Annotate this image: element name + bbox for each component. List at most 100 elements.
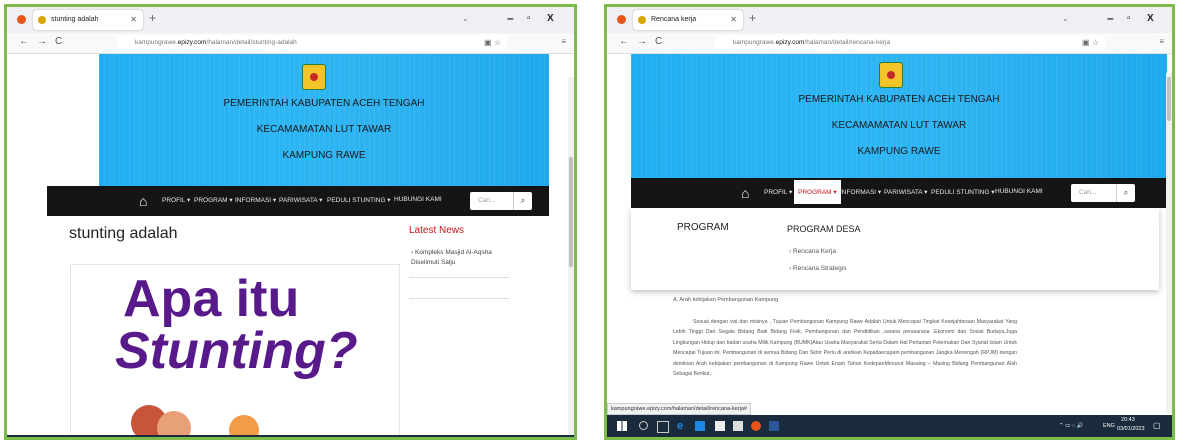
search-placeholder: Cari...	[1079, 189, 1097, 196]
site-banner: PEMERINTAH KABUPATEN ACEH TENGAH KECAMAM…	[631, 54, 1167, 188]
favicon-icon	[38, 16, 46, 24]
dropdown-link-rencana-strategis[interactable]: › Rencana Strategis	[789, 265, 846, 272]
url-prefix: kampungrawe.	[135, 39, 178, 46]
article-image: Apa itu Stunting?	[70, 264, 400, 437]
task-view-icon[interactable]	[657, 421, 669, 433]
page-scrollbar[interactable]	[568, 77, 574, 437]
menu-icon[interactable]: ≡	[1159, 37, 1164, 46]
close-tab-icon[interactable]: ✕	[730, 10, 737, 30]
dropdown-link-rencana-kerja[interactable]: › Rencana Kerja	[789, 248, 836, 255]
menu-informasi[interactable]: INFORMASI ▾	[235, 196, 276, 204]
tab-rencana-kerja[interactable]: Rencana kerja ✕	[633, 10, 743, 30]
url-domain: epizy.com	[177, 39, 207, 46]
image-heading-line-2: Stunting?	[115, 322, 358, 380]
list-tabs-icon[interactable]: ⌄	[1062, 14, 1069, 23]
minimize-icon[interactable]: –	[507, 11, 514, 25]
url-prefix: kampungrawe.	[733, 39, 776, 46]
banner-line-1: PEMERINTAH KABUPATEN ACEH TENGAH	[223, 98, 425, 109]
app-icon[interactable]	[695, 421, 705, 431]
edge-icon[interactable]: e	[677, 420, 687, 432]
home-icon[interactable]: ⌂	[139, 193, 147, 209]
firefox-icon	[17, 15, 26, 24]
maximize-icon[interactable]: ▫	[1127, 13, 1131, 24]
search-input[interactable]: Cari... ⌕	[470, 192, 532, 210]
tab-stunting[interactable]: stunting adalah ✕	[33, 10, 143, 30]
store-icon[interactable]	[715, 421, 725, 431]
browser-window-left: stunting adalah ✕ + ⌄ – ▫ X ←→C kampungr…	[4, 4, 577, 440]
tab-bar: Rencana kerja ✕ + ⌄ – ▫ X	[607, 7, 1172, 33]
nav-buttons[interactable]: ←→C	[19, 36, 70, 47]
close-tab-icon[interactable]: ✕	[130, 10, 137, 30]
windows-start-icon[interactable]	[617, 421, 627, 431]
divider	[409, 298, 509, 299]
tab-title: Rencana kerja	[651, 16, 697, 23]
search-taskbar-icon[interactable]	[639, 421, 648, 430]
regency-logo-icon	[302, 64, 326, 90]
maximize-icon[interactable]: ▫	[527, 13, 531, 24]
taskbar	[7, 435, 574, 437]
search-icon[interactable]: ⌕	[1116, 184, 1135, 202]
menu-peduli-stunting[interactable]: PEDULI STUNTING ▾	[327, 196, 391, 204]
list-tabs-icon[interactable]: ⌄	[462, 14, 469, 23]
home-icon[interactable]: ⌂	[741, 185, 749, 201]
tray-language[interactable]: ENG	[1103, 423, 1115, 429]
main-menu: ⌂ PROFIL ▾ PROGRAM ▾ INFORMASI ▾ PARIWIS…	[631, 178, 1167, 208]
news-item[interactable]: › Kompleks Masjid Al-Aqsha Diselimuti Sa…	[411, 248, 511, 268]
menu-program[interactable]: PROGRAM ▾	[794, 180, 841, 204]
browser-window-right: Rencana kerja ✕ + ⌄ – ▫ X ←→C kampungraw…	[604, 4, 1175, 440]
new-tab-icon[interactable]: +	[149, 11, 156, 25]
dropdown-heading-left: PROGRAM	[677, 222, 729, 233]
menu-profil[interactable]: PROFIL ▾	[764, 188, 792, 196]
section-heading: A. Arah kebijakan Pembangunan Kampung	[673, 297, 779, 303]
menu-program[interactable]: PROGRAM ▾	[194, 196, 233, 204]
menu-pariwisata[interactable]: PARIWISATA ▾	[884, 188, 927, 196]
nav-toolbar: ←→C kampungrawe.epizy.com/halaman/detail…	[7, 33, 574, 54]
program-dropdown: PROGRAM PROGRAM DESA › Rencana Kerja › R…	[631, 208, 1159, 290]
main-menu: ⌂ PROFIL ▾ PROGRAM ▾ INFORMASI ▾ PARIWIS…	[47, 186, 549, 216]
body-paragraph: Sesuai dengan visi dan misinya , Tujuan …	[673, 319, 1017, 378]
page-title: stunting adalah	[69, 225, 178, 242]
url-bar[interactable]: kampungrawe.epizy.com/halaman/detail/stu…	[117, 35, 507, 50]
page-scrollbar[interactable]	[1166, 73, 1172, 413]
menu-informasi[interactable]: INFORMASI ▾	[840, 188, 881, 196]
firefox-taskbar-icon[interactable]	[751, 421, 761, 431]
close-window-icon[interactable]: X	[1147, 13, 1154, 24]
tray-icons[interactable]: ⌃ ▭ ◌ 🔊	[1059, 423, 1084, 429]
tray-date[interactable]: 03/01/2023	[1117, 426, 1145, 432]
banner-line-2: KECAMAMATAN LUT TAWAR	[256, 124, 392, 135]
banner-line-2: KECAMAMATAN LUT TAWAR	[831, 120, 967, 131]
tab-title: stunting adalah	[51, 16, 99, 23]
menu-pariwisata[interactable]: PARIWISATA ▾	[279, 196, 322, 204]
divider	[409, 277, 509, 278]
bookmark-icon[interactable]: ▣ ☆	[1082, 35, 1099, 50]
url-path: /halaman/detail/stunting-adalah	[206, 39, 297, 46]
minimize-icon[interactable]: –	[1107, 11, 1114, 25]
new-tab-icon[interactable]: +	[749, 11, 756, 25]
notification-icon[interactable]: ▢	[1153, 421, 1161, 430]
status-bar-url: kampungrawe.epizy.com/halaman/detail/ren…	[607, 403, 751, 415]
image-heading-line-1: Apa itu	[123, 270, 300, 328]
menu-icon[interactable]: ≡	[561, 37, 566, 46]
search-placeholder: Cari...	[478, 197, 496, 204]
nav-buttons[interactable]: ←→C	[619, 36, 670, 47]
site-banner: PEMERINTAH KABUPATEN ACEH TENGAH KECAMAM…	[99, 54, 549, 186]
banner-line-3: KAMPUNG RAWE	[857, 146, 941, 157]
url-bar[interactable]: kampungrawe.epizy.com/halaman/detail/ren…	[715, 35, 1105, 50]
url-domain: epizy.com	[775, 39, 805, 46]
tab-bar: stunting adalah ✕ + ⌄ – ▫ X	[7, 7, 574, 33]
menu-hubungi-kami[interactable]: HUBUNGI KAMI	[995, 188, 1043, 195]
tray-time[interactable]: 20:43	[1121, 417, 1135, 423]
favicon-icon	[638, 16, 646, 24]
search-input[interactable]: Cari... ⌕	[1071, 184, 1135, 202]
url-path: /halaman/detail/rencana-kerja	[804, 39, 891, 46]
regency-logo-icon	[879, 62, 903, 88]
firefox-icon	[617, 15, 626, 24]
menu-hubungi-kami[interactable]: HUBUNGI KAMI	[394, 196, 442, 203]
bookmark-icon[interactable]: ▣ ☆	[484, 35, 501, 50]
mail-icon[interactable]	[733, 421, 743, 431]
word-icon[interactable]	[769, 421, 779, 431]
search-icon[interactable]: ⌕	[513, 192, 532, 210]
menu-peduli-stunting[interactable]: PEDULI STUNTING ▾	[931, 188, 995, 196]
menu-profil[interactable]: PROFIL ▾	[162, 196, 190, 204]
close-window-icon[interactable]: X	[547, 13, 554, 24]
